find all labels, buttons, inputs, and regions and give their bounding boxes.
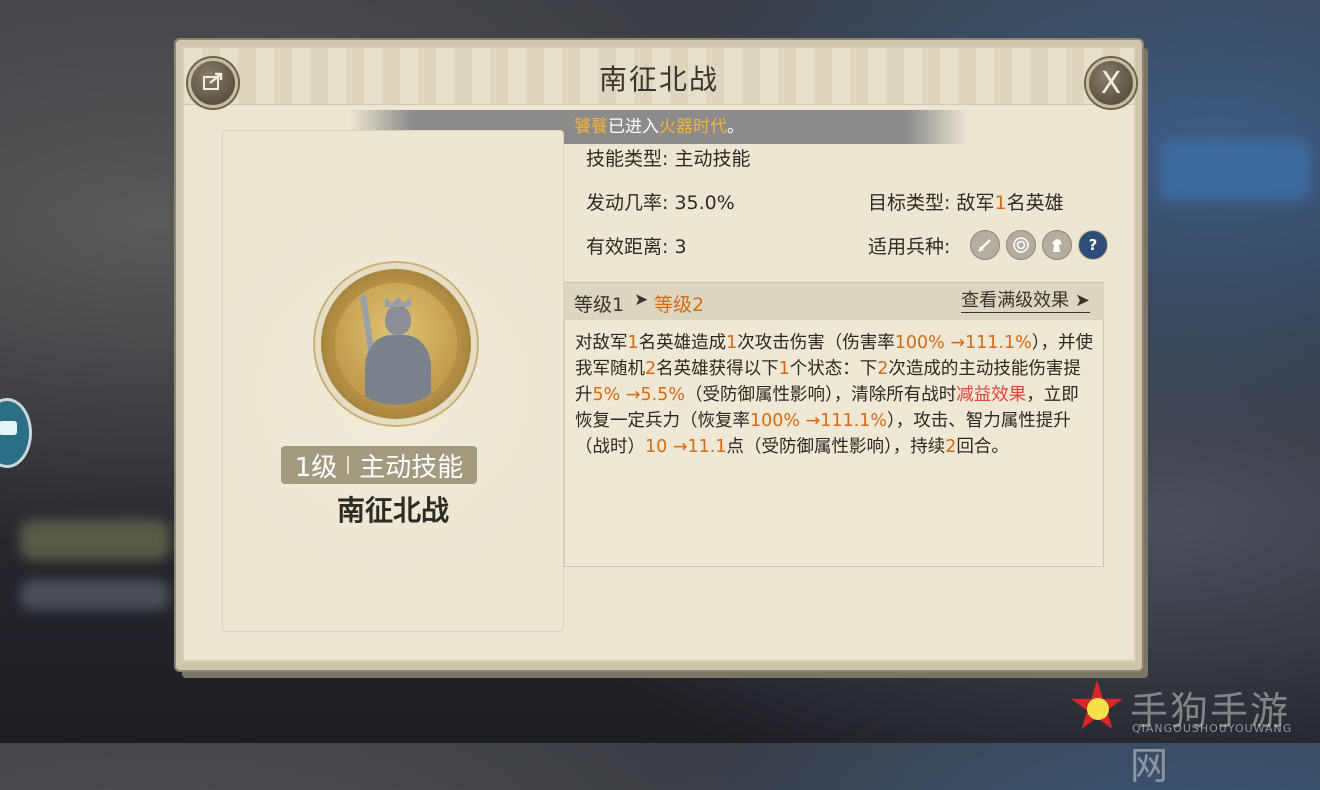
dialog-body: 南征北战 X 饕餮已进入火器时代。 1级 主动技能 南征北战 技能类型: 主动技… (182, 46, 1136, 662)
chevron-right-icon: ➤ (1074, 290, 1090, 311)
target-icon[interactable] (1006, 230, 1036, 260)
desc-num: 1 (627, 333, 639, 353)
title-band: 南征北战 (184, 48, 1134, 105)
watermark-text: 手狗手游网 (1130, 689, 1291, 788)
close-icon: X (1100, 65, 1122, 101)
current-level: 等级1 (574, 294, 625, 316)
level-arrow-icon: ➤ (634, 290, 649, 310)
banner-era: 火器时代 (659, 117, 727, 137)
desc-text: 回合。 (956, 437, 1009, 457)
skill-type-row: 技能类型: 主动技能 (586, 144, 750, 171)
desc-text: 点（受防御属性影响），持续 (726, 437, 946, 457)
desc-text: 次攻击伤害（伤害率 (737, 333, 895, 353)
range-row: 有效距离: 3 (586, 232, 687, 259)
desc-text: 名英雄获得以下 (656, 359, 779, 379)
troop-type-row: 适用兵种: (868, 232, 950, 259)
desc-text: 对敌军 (575, 333, 628, 353)
banner-player: 饕餮 (574, 117, 608, 137)
background-blur-block (1160, 140, 1310, 200)
horse-icon[interactable] (1042, 230, 1072, 260)
target-type-prefix: 敌军 (956, 192, 995, 214)
skill-type-value: 主动技能 (674, 148, 751, 170)
target-type-label: 目标类型: (868, 192, 951, 214)
question-icon[interactable]: ? (1078, 230, 1108, 260)
desc-num: 100% →111.1% (750, 411, 887, 431)
banner-mid: 已进入 (608, 117, 659, 137)
side-avatar-icon[interactable] (0, 398, 32, 468)
target-count: 1 (994, 192, 1007, 214)
skill-level: 1级 (294, 452, 338, 483)
skill-medal-icon (321, 269, 471, 419)
desc-num: 100% →111.1% (894, 333, 1032, 353)
skill-type-tag: 主动技能 (359, 452, 464, 483)
skill-dialog: 南征北战 X 饕餮已进入火器时代。 1级 主动技能 南征北战 技能类型: 主动技… (176, 40, 1142, 670)
banner-end: 。 (727, 117, 744, 137)
sword-icon[interactable] (970, 230, 1000, 260)
close-button[interactable]: X (1086, 58, 1136, 108)
watermark-subtext: QIANGOUSHOUYOUWANG (1132, 722, 1293, 735)
dialog-title: 南征北战 (598, 63, 719, 96)
tag-divider (347, 456, 350, 474)
target-type-suffix: 名英雄 (1006, 192, 1064, 214)
desc-text: 名英雄造成 (638, 333, 727, 353)
troop-icons: ? (970, 230, 1108, 260)
desc-num: 2 (945, 437, 957, 457)
desc-num: 5% →5.5% (592, 385, 685, 405)
desc-num: 1 (778, 359, 790, 379)
skill-type-label: 技能类型: (586, 148, 669, 170)
range-value: 3 (674, 236, 687, 258)
desc-text: 个状态：下 (789, 359, 878, 379)
background-blur-block (20, 520, 170, 560)
level-compare-bar: 等级1 ➤ 等级2 查看满级效果 ➤ (564, 282, 1104, 322)
desc-text: （受防御属性影响），清除所有战时 (684, 385, 957, 405)
skill-portrait-panel: 1级 主动技能 南征北战 (222, 130, 564, 632)
view-full-effect-label: 查看满级效果 (961, 290, 1070, 311)
skill-level-tag: 1级 主动技能 (281, 446, 477, 484)
desc-num: 2 (645, 359, 657, 379)
range-label: 有效距离: (586, 236, 669, 258)
skill-description-box: 对敌军1名英雄造成1次攻击伤害（伤害率100% →111.1%），并使我军随机2… (564, 320, 1104, 567)
skill-description: 对敌军1名英雄造成1次攻击伤害（伤害率100% →111.1%），并使我军随机2… (575, 330, 1093, 460)
desc-num: 2 (877, 359, 889, 379)
view-full-effect-link[interactable]: 查看满级效果 ➤ (961, 290, 1090, 313)
share-icon (202, 68, 224, 98)
background-blur-block (20, 580, 170, 610)
target-type-row: 目标类型: 敌军1名英雄 (868, 188, 1064, 215)
debuff-keyword: 减益效果 (956, 385, 1027, 405)
watermark-face-icon (1087, 698, 1109, 720)
trigger-rate-value: 35.0% (674, 192, 735, 214)
troop-type-label: 适用兵种: (868, 236, 951, 258)
next-level: 等级2 (654, 294, 705, 316)
trigger-rate-label: 发动几率: (586, 192, 669, 214)
desc-num: 1 (726, 333, 738, 353)
desc-num: 10 →11.1 (645, 437, 727, 457)
statue-icon (335, 283, 457, 405)
trigger-rate-row: 发动几率: 35.0% (586, 188, 735, 215)
skill-name: 南征北战 (336, 494, 449, 527)
share-button[interactable] (188, 58, 238, 108)
